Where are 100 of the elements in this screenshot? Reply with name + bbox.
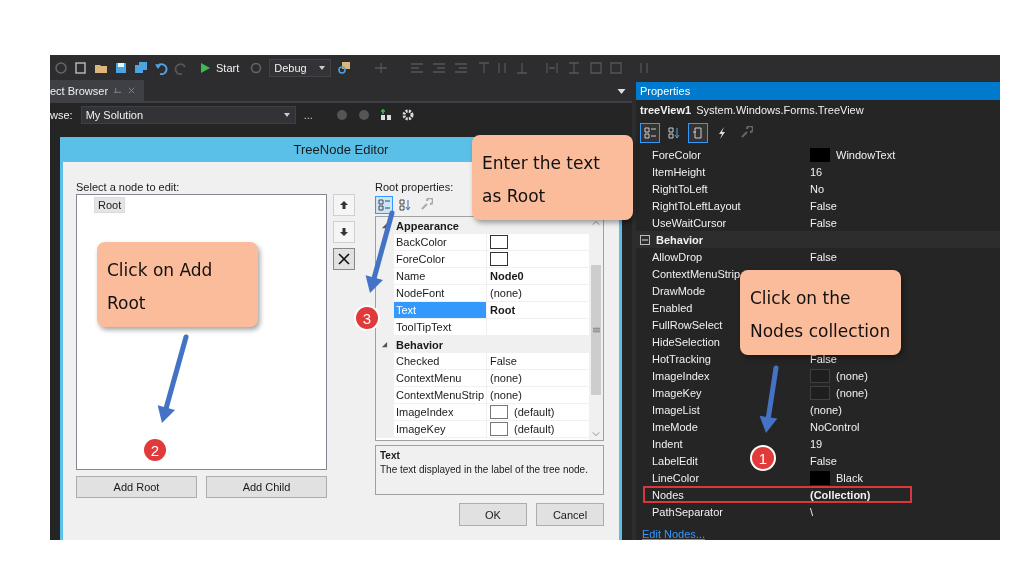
caret-icon[interactable] — [617, 86, 626, 95]
delete-button[interactable] — [333, 248, 355, 270]
property-value: Node0 — [490, 270, 524, 282]
property-name[interactable]: ToolTipText — [394, 319, 487, 335]
pin-icon[interactable] — [113, 86, 123, 95]
arrow-down-icon — [339, 227, 349, 237]
property-name[interactable]: Checked — [394, 353, 487, 369]
property-name: HideSelection — [652, 335, 720, 348]
expand-triangle-icon[interactable] — [381, 222, 388, 229]
expand-triangle-icon[interactable] — [381, 341, 388, 348]
property-name[interactable]: NodeFont — [394, 285, 487, 301]
property-name: Indent — [652, 437, 683, 450]
find-icon[interactable] — [337, 60, 352, 75]
arrow-up-icon — [339, 200, 349, 210]
property-name: LineColor — [652, 471, 700, 484]
property-name[interactable]: ForeColor — [394, 251, 487, 267]
property-name: FullRowSelect — [652, 318, 723, 331]
collapse-icon[interactable] — [640, 234, 650, 245]
scroll-up-icon[interactable] — [592, 220, 600, 226]
back-icon[interactable] — [54, 60, 68, 75]
configuration-dropdown[interactable]: Debug — [269, 58, 332, 77]
tree-label: Select a node to edit: — [76, 180, 181, 194]
category-label: Appearance — [396, 219, 459, 232]
ok-button[interactable]: OK — [459, 503, 527, 526]
browse-label: wse: — [50, 109, 73, 121]
property-name: ContextMenuStrip — [652, 267, 741, 280]
add-child-button[interactable]: Add Child — [206, 476, 327, 498]
description-title: Text — [380, 449, 401, 463]
property-name: ImageList — [652, 403, 700, 416]
property-name[interactable]: ImageKey — [394, 421, 487, 437]
undo-icon[interactable] — [154, 60, 168, 75]
edit-nodes-link[interactable]: Edit Nodes... — [636, 528, 1000, 540]
property-value: False — [810, 216, 837, 229]
object-name: treeView1 — [640, 104, 692, 116]
property-value: (none) — [836, 386, 868, 399]
callout-note: Enter the text as Root — [472, 135, 633, 220]
property-name[interactable]: Name — [394, 268, 487, 284]
category-label: Behavior — [656, 233, 704, 246]
scroll-thumb[interactable] — [591, 265, 601, 395]
property-value: (none) — [810, 403, 842, 416]
property-value: (none) — [490, 389, 522, 401]
property-value: False — [810, 352, 837, 365]
properties-label: Root properties: — [375, 180, 455, 194]
property-value: WindowText — [836, 148, 896, 161]
property-name: ItemHeight — [652, 165, 706, 178]
property-value: False — [490, 355, 517, 367]
property-name: DrawMode — [652, 284, 706, 297]
image-swatch — [490, 405, 508, 419]
close-icon[interactable] — [127, 86, 137, 95]
document-tab[interactable]: ect Browser — [50, 80, 145, 101]
property-value: (none) — [490, 287, 522, 299]
property-name[interactable]: ContextMenuStrip — [394, 387, 487, 403]
property-name: RightToLeft — [652, 182, 708, 195]
scope-dropdown[interactable]: My Solution — [80, 106, 296, 124]
property-value: 19 — [810, 437, 823, 450]
scrollbar[interactable] — [589, 217, 603, 440]
save-all-icon[interactable] — [134, 60, 148, 75]
add-root-button[interactable]: Add Root — [76, 476, 197, 498]
move-down-button[interactable] — [333, 221, 355, 243]
property-name: UseWaitCursor — [652, 216, 727, 229]
panel-title: Properties — [640, 85, 691, 97]
image-swatch — [490, 422, 508, 436]
categorized-icon[interactable] — [640, 123, 660, 143]
properties-icon[interactable] — [688, 123, 708, 143]
property-value: (none) — [490, 372, 522, 384]
property-name: LabelEdit — [652, 454, 698, 467]
property-name: Nodes — [652, 488, 684, 501]
tree-node[interactable]: Root — [94, 197, 126, 213]
settings-icon[interactable] — [400, 108, 415, 122]
pointer-arrow — [759, 365, 779, 433]
property-value: Black — [836, 471, 863, 484]
more-button[interactable]: ... — [303, 109, 313, 121]
property-value: (Collection) — [810, 488, 871, 501]
caret-icon — [282, 111, 291, 119]
property-name: PathSeparator — [652, 505, 723, 518]
property-value: False — [810, 199, 837, 212]
property-value: False — [810, 250, 837, 263]
property-name[interactable]: ImageIndex — [394, 404, 487, 420]
property-name: HotTracking — [652, 352, 711, 365]
category-label: Behavior — [396, 338, 444, 351]
cancel-button[interactable]: Cancel — [536, 503, 604, 526]
property-name: AllowDrop — [652, 250, 703, 263]
property-value: NoControl — [810, 420, 860, 433]
save-icon[interactable] — [114, 60, 128, 75]
caret-icon — [318, 63, 327, 72]
categorized-icon[interactable] — [375, 196, 393, 214]
property-name[interactable]: BackColor — [394, 234, 487, 250]
step-number: 1 — [752, 447, 774, 469]
image-swatch — [810, 368, 830, 383]
start-button[interactable]: Start — [194, 60, 244, 75]
callout-note: Click on the Nodes collection — [740, 270, 901, 355]
description-text: The text displayed in the label of the tree node. — [380, 463, 589, 477]
restart-icon[interactable] — [249, 60, 264, 75]
property-name: ImageIndex — [652, 369, 710, 382]
add-reference-icon[interactable] — [378, 108, 393, 122]
property-value: (default) — [514, 406, 555, 418]
move-up-button[interactable] — [333, 194, 355, 216]
property-name[interactable]: ContextMenu — [394, 370, 487, 386]
new-project-icon[interactable] — [74, 60, 88, 75]
property-name: ImageKey — [652, 386, 702, 399]
